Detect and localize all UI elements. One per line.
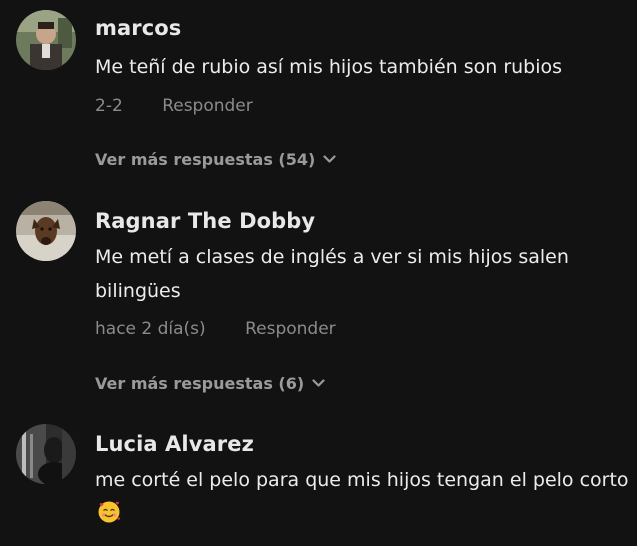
comment-meta: hace 2 día(s) Responder bbox=[95, 319, 336, 339]
user-avatar-bw-photo-icon bbox=[16, 424, 76, 484]
comment-username[interactable]: Ragnar The Dobby bbox=[95, 209, 315, 233]
dog-avatar-icon bbox=[16, 201, 76, 261]
smiling-face-with-hearts-icon bbox=[97, 500, 121, 535]
comment-username[interactable]: marcos bbox=[95, 16, 181, 40]
view-more-replies-label: Ver más respuestas (54) bbox=[95, 150, 316, 169]
chevron-down-icon bbox=[312, 378, 325, 387]
avatar[interactable] bbox=[16, 10, 76, 70]
comment-item: marcos Me teñí de rubio así mis hijos ta… bbox=[0, 0, 637, 185]
comment-text: Me teñí de rubio así mis hijos también s… bbox=[95, 56, 563, 78]
view-more-replies-button[interactable]: Ver más respuestas (54) bbox=[95, 150, 336, 169]
comment-text-content: me corté el pelo para que mis hijos teng… bbox=[95, 469, 629, 491]
comment-text: Me metí a clases de inglés a ver si mis … bbox=[95, 246, 569, 302]
chevron-down-icon bbox=[323, 154, 336, 163]
reply-button[interactable]: Responder bbox=[162, 96, 253, 116]
avatar[interactable] bbox=[16, 201, 76, 261]
user-avatar-portrait-icon bbox=[16, 10, 76, 70]
comment-username[interactable]: Lucia Alvarez bbox=[95, 432, 254, 456]
comment-date: hace 2 día(s) bbox=[95, 319, 206, 339]
view-more-replies-label: Ver más respuestas (6) bbox=[95, 374, 305, 393]
comment-item: Ragnar The Dobby Me metí a clases de ing… bbox=[0, 185, 637, 410]
avatar[interactable] bbox=[16, 424, 76, 484]
comment-item: Lucia Alvarez me corté el pelo para que … bbox=[0, 410, 637, 546]
view-more-replies-button[interactable]: Ver más respuestas (6) bbox=[95, 374, 325, 393]
comment-meta: 2-2 Responder bbox=[95, 96, 253, 116]
comment-text: me corté el pelo para que mis hijos teng… bbox=[95, 463, 630, 535]
comment-date: 2-2 bbox=[95, 96, 123, 116]
reply-button[interactable]: Responder bbox=[245, 319, 336, 339]
